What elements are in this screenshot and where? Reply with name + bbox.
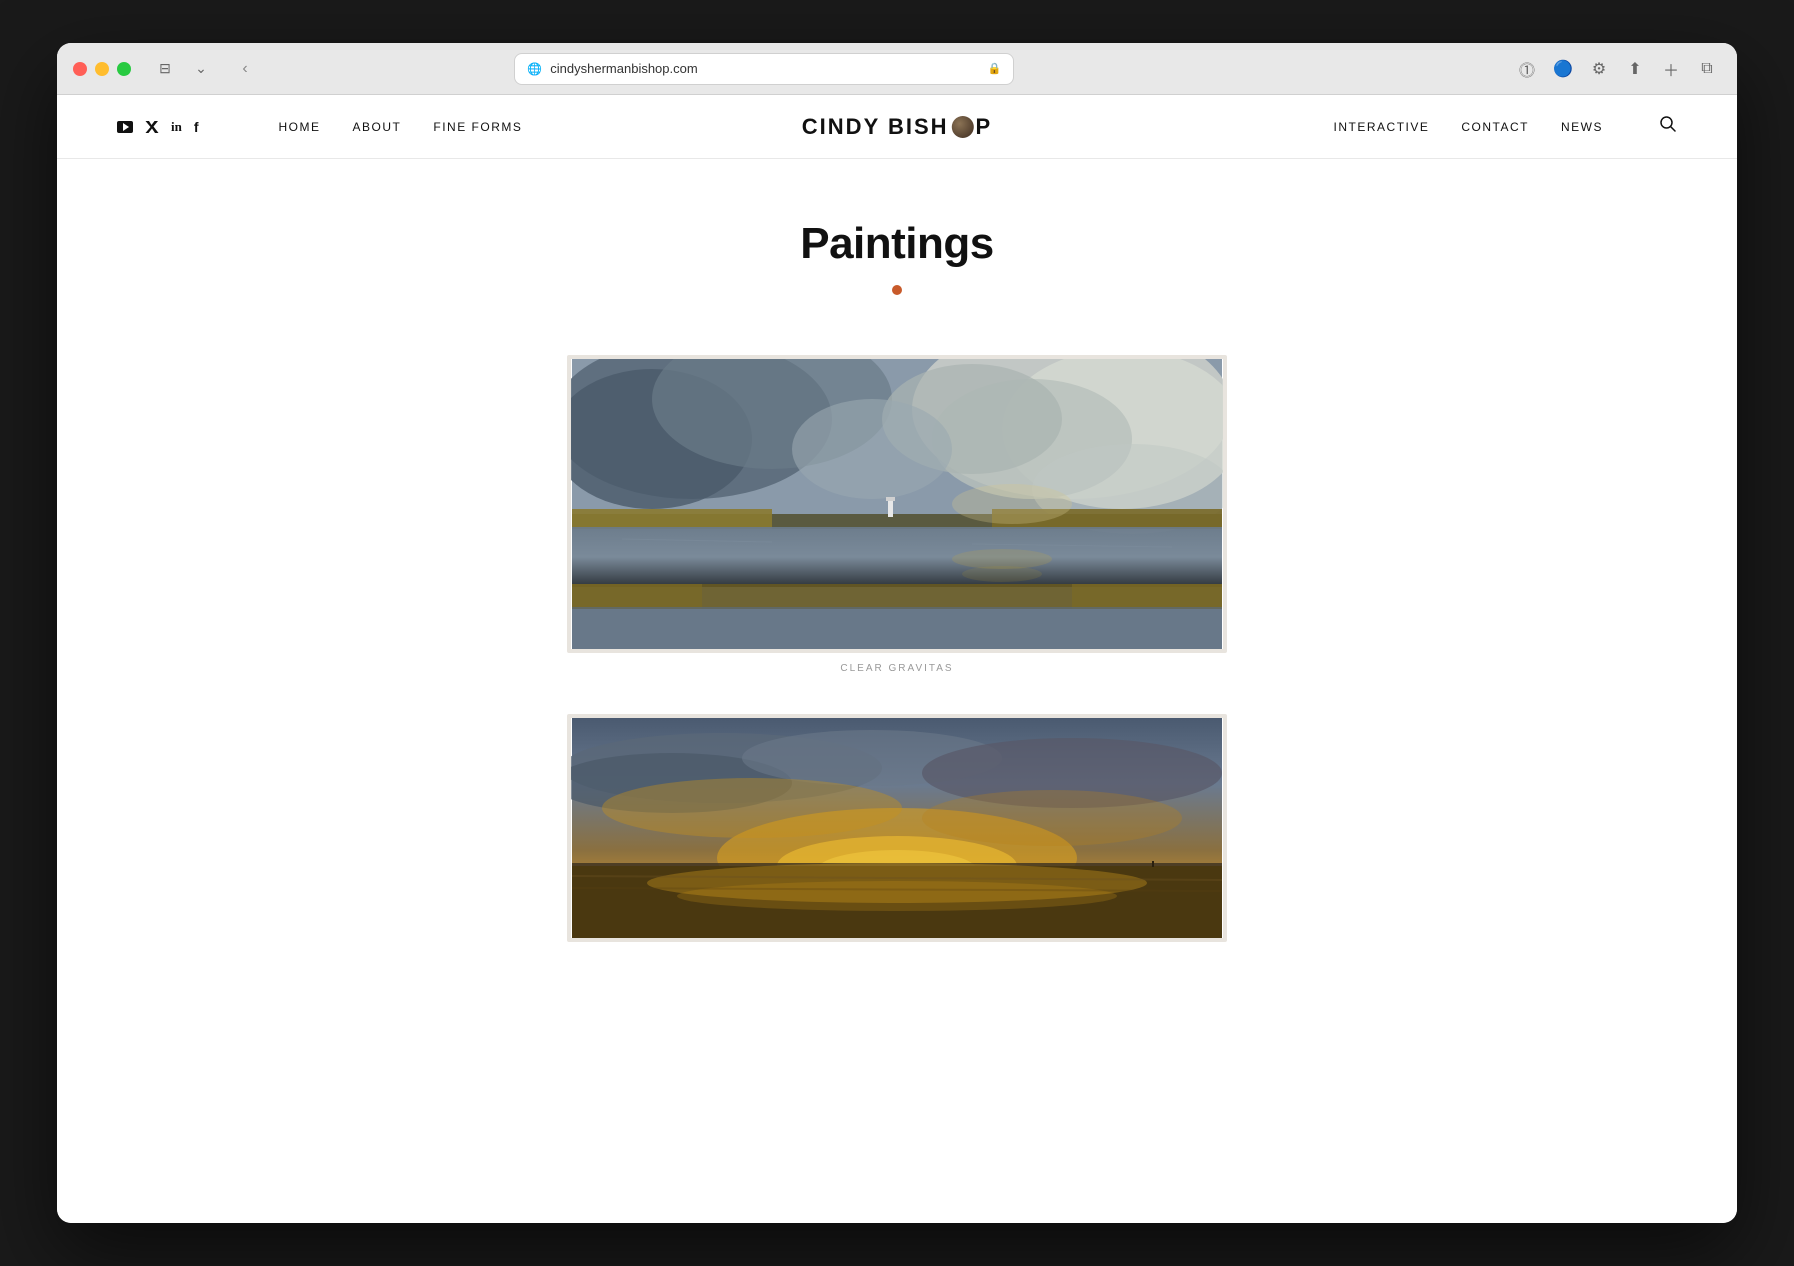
twitter-icon[interactable]: [145, 120, 159, 134]
traffic-lights: [73, 62, 131, 76]
chevron-down-icon[interactable]: ⌄: [187, 59, 215, 79]
nav-contact[interactable]: CONTACT: [1461, 120, 1529, 134]
logo-planet-icon: [952, 116, 974, 138]
title-bar: ⊟ ⌄ ‹ 🌐 cindyshermanbishop.com 🔒 ⓵ 🔵 ⚙ ⬆…: [57, 43, 1737, 95]
nav-left: HOME ABOUT FINE FORMS: [279, 120, 523, 134]
new-tab-icon[interactable]: ＋: [1657, 55, 1685, 83]
painting-image-2: [571, 718, 1223, 938]
mac-window: ⊟ ⌄ ‹ 🌐 cindyshermanbishop.com 🔒 ⓵ 🔵 ⚙ ⬆…: [57, 43, 1737, 1223]
nav-news[interactable]: NEWS: [1561, 120, 1603, 134]
search-icon[interactable]: [1659, 115, 1677, 138]
window-controls: ⊟ ⌄: [151, 59, 215, 79]
page-title: Paintings: [57, 219, 1737, 269]
title-dot: [892, 285, 902, 295]
extensions-icon[interactable]: ⚙: [1585, 55, 1613, 83]
painting-image-1: [571, 359, 1223, 649]
logo-text: CINDY BISH: [802, 114, 949, 140]
nav-about[interactable]: ABOUT: [353, 120, 402, 134]
sidebar-toggle-icon[interactable]: ⊟: [151, 59, 179, 79]
youtube-icon[interactable]: [117, 121, 133, 133]
page-content: in f HOME ABOUT FINE FORMS CINDY BISH P I…: [57, 95, 1737, 1223]
paintings-container: CLEAR GRAVITAS: [547, 355, 1247, 942]
lock-icon: 🌐: [527, 62, 542, 76]
logo-text-end: P: [976, 114, 993, 140]
maximize-button[interactable]: [117, 62, 131, 76]
minimize-button[interactable]: [95, 62, 109, 76]
browser-actions: ⓵ 🔵 ⚙ ⬆ ＋ ⧉: [1513, 55, 1721, 83]
nav-home[interactable]: HOME: [279, 120, 321, 134]
close-button[interactable]: [73, 62, 87, 76]
nav-interactive[interactable]: INTERACTIVE: [1334, 120, 1430, 134]
linkedin-icon[interactable]: in: [171, 119, 182, 135]
painting-item-1[interactable]: CLEAR GRAVITAS: [567, 355, 1227, 674]
url-text: cindyshermanbishop.com: [550, 61, 697, 76]
share-icon[interactable]: ⬆: [1621, 55, 1649, 83]
ssl-icon: 🔒: [988, 62, 1002, 75]
site-logo[interactable]: CINDY BISH P: [802, 114, 992, 140]
nav-right: INTERACTIVE CONTACT NEWS: [1334, 115, 1677, 138]
tabs-icon[interactable]: ⧉: [1693, 55, 1721, 83]
page-title-section: Paintings: [57, 219, 1737, 295]
social-icons: in f: [117, 119, 199, 135]
painting-frame-1: [567, 355, 1227, 653]
site-header: in f HOME ABOUT FINE FORMS CINDY BISH P I…: [57, 95, 1737, 159]
painting-caption-1: CLEAR GRAVITAS: [567, 663, 1227, 674]
reader-icon[interactable]: ⓵: [1513, 55, 1541, 83]
back-button[interactable]: ‹: [231, 55, 259, 83]
address-bar[interactable]: 🌐 cindyshermanbishop.com 🔒: [514, 53, 1014, 85]
browser-nav-buttons: ‹: [231, 55, 259, 83]
painting-frame-2: [567, 714, 1227, 942]
painting-item-2[interactable]: [567, 714, 1227, 942]
nav-fine-forms[interactable]: FINE FORMS: [433, 120, 522, 134]
facebook-icon[interactable]: f: [194, 119, 199, 135]
page-main: Paintings: [57, 159, 1737, 1062]
info-icon[interactable]: 🔵: [1549, 55, 1577, 83]
